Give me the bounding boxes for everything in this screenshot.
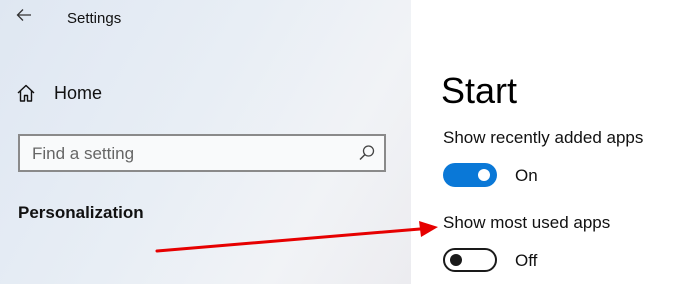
annotation-arrow bbox=[155, 221, 438, 253]
